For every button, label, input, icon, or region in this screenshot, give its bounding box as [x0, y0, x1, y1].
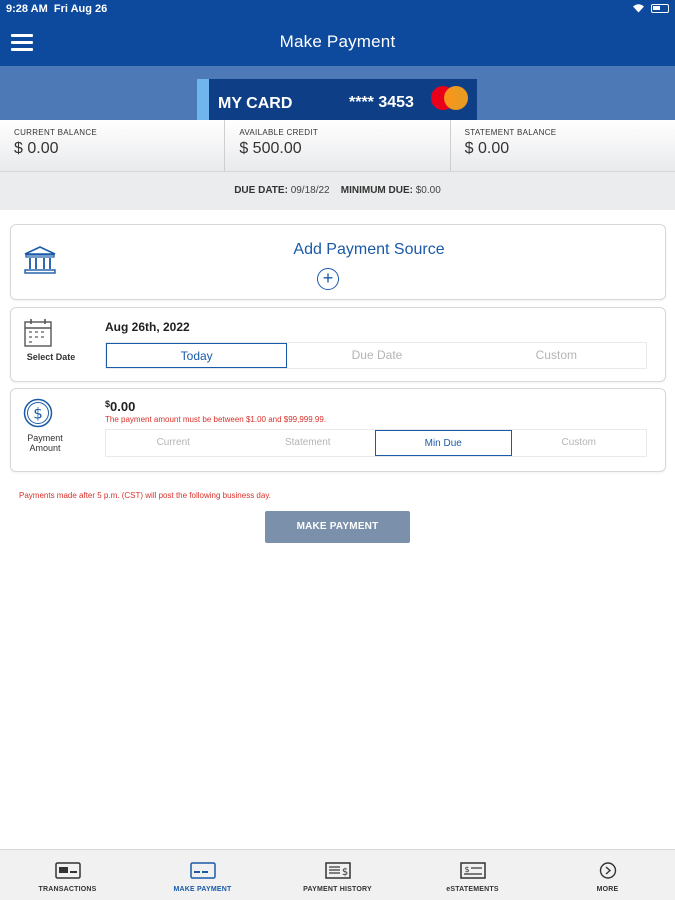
nav-make-payment-label: MAKE PAYMENT	[173, 886, 232, 893]
available-credit-value: $ 500.00	[239, 140, 302, 157]
due-date-value: 09/18/22	[290, 185, 330, 196]
add-circle-icon[interactable]: +	[317, 268, 339, 290]
add-payment-source-link[interactable]: Add Payment Source	[11, 241, 667, 259]
statement-balance: STATEMENT BALANCE $ 0.00	[451, 120, 675, 171]
status-time: 9:28 AM Fri Aug 26	[6, 3, 107, 15]
balance-summary: CURRENT BALANCE $ 0.00 AVAILABLE CREDIT …	[0, 120, 675, 172]
statement-balance-label: STATEMENT BALANCE	[464, 128, 557, 137]
date-panel: Select Date Aug 26th, 2022 Today Due Dat…	[10, 307, 666, 382]
mastercard-logo-icon	[431, 86, 469, 110]
status-time-text: 9:28 AM	[6, 3, 48, 15]
payment-amount-panel: $ Payment Amount $0.00 The payment amoun…	[10, 388, 666, 472]
amount-error: The payment amount must be between $1.00…	[105, 415, 327, 424]
battery-icon	[651, 3, 669, 13]
due-date-label: DUE DATE:	[234, 185, 288, 196]
calendar-icon	[24, 319, 52, 347]
nav-more[interactable]: MORE	[540, 850, 675, 900]
wifi-icon	[633, 4, 644, 13]
payment-amount-label: Payment Amount	[15, 433, 75, 453]
nav-transactions-label: TRANSACTIONS	[38, 886, 97, 893]
current-balance: CURRENT BALANCE $ 0.00	[0, 120, 226, 171]
date-option-due-date[interactable]: Due Date	[287, 343, 466, 368]
dollar-icon: $	[23, 398, 53, 428]
svg-text:$: $	[464, 865, 469, 874]
selected-date: Aug 26th, 2022	[105, 320, 190, 334]
select-date-label: Select Date	[26, 352, 76, 362]
statement-balance-value: $ 0.00	[464, 140, 510, 157]
nav-payment-history-label: PAYMENT HISTORY	[303, 886, 372, 893]
payment-amount-label-line2: Amount	[29, 443, 61, 453]
statement-icon: $	[459, 862, 486, 879]
amount-option-custom[interactable]: Custom	[512, 430, 647, 456]
credit-card-image[interactable]: MY CARD **** 3453	[197, 79, 477, 120]
payment-source-panel[interactable]: Add Payment Source +	[10, 224, 666, 300]
card-name: MY CARD	[218, 95, 293, 112]
amount-options: Current Statement Min Due Custom	[105, 429, 647, 457]
nav-estatements[interactable]: $ eSTATEMENTS	[405, 850, 540, 900]
status-icons	[632, 3, 669, 13]
minimum-due-value: $0.00	[415, 185, 441, 196]
amount-value: 0.00	[110, 399, 136, 414]
amount-input[interactable]: $0.00	[105, 399, 135, 414]
available-credit: AVAILABLE CREDIT $ 500.00	[225, 120, 451, 171]
card-number: **** 3453	[349, 94, 414, 111]
amount-option-statement[interactable]: Statement	[241, 430, 376, 456]
card-banner: MY CARD **** 3453	[0, 66, 675, 120]
svg-text:$: $	[33, 405, 43, 423]
nav-make-payment[interactable]: MAKE PAYMENT	[135, 850, 270, 900]
make-payment-button[interactable]: MAKE PAYMENT	[265, 511, 410, 543]
svg-text:$: $	[341, 867, 347, 878]
due-info: DUE DATE: 09/18/22 MINIMUM DUE: $0.00	[0, 172, 675, 210]
nav-payment-history[interactable]: $ PAYMENT HISTORY	[270, 850, 405, 900]
current-balance-label: CURRENT BALANCE	[14, 128, 98, 137]
payment-icon	[189, 862, 216, 879]
top-header: 9:28 AM Fri Aug 26 Make Payment	[0, 0, 675, 66]
nav-more-label: MORE	[596, 886, 619, 893]
nav-transactions[interactable]: TRANSACTIONS	[0, 850, 135, 900]
amount-option-current[interactable]: Current	[106, 430, 241, 456]
date-options: Today Due Date Custom	[105, 342, 647, 369]
date-option-today[interactable]: Today	[106, 343, 288, 368]
date-option-custom[interactable]: Custom	[467, 343, 646, 368]
page-title: Make Payment	[279, 32, 396, 51]
minimum-due-label: MINIMUM DUE:	[340, 185, 413, 196]
card-icon	[54, 862, 81, 879]
nav-estatements-label: eSTATEMENTS	[446, 886, 499, 893]
status-date-text: Fri Aug 26	[53, 3, 108, 15]
payment-amount-label-line1: Payment	[27, 433, 63, 443]
amount-option-min-due[interactable]: Min Due	[375, 430, 512, 456]
chevron-right-icon	[599, 862, 616, 879]
current-balance-value: $ 0.00	[14, 140, 59, 157]
history-icon: $	[324, 862, 351, 879]
available-credit-label: AVAILABLE CREDIT	[239, 128, 319, 137]
cutoff-notice: Payments made after 5 p.m. (CST) will po…	[19, 491, 271, 500]
bottom-navigation: TRANSACTIONS MAKE PAYMENT $ PAYMENT HIST…	[0, 849, 675, 900]
